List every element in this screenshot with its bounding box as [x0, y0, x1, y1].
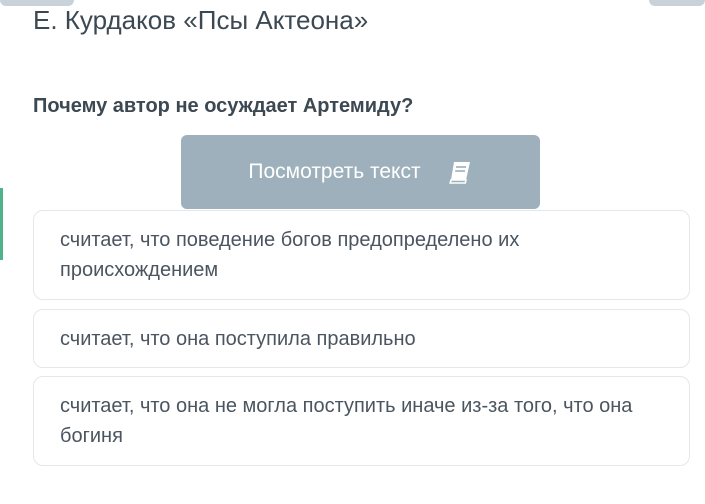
top-right-tab[interactable] — [649, 0, 705, 6]
work-title: Е. Курдаков «Псы Актеона» — [33, 5, 369, 35]
answer-option-1[interactable]: считает, что поведение богов предопредел… — [33, 210, 690, 300]
question-text: Почему автор не осуждает Артемиду? — [33, 95, 414, 117]
answer-option-3[interactable]: считает, что она не могла поступить инач… — [33, 376, 690, 466]
answer-option-text: считает, что поведение богов предопредел… — [60, 229, 520, 281]
view-text-label: Посмотреть текст — [248, 160, 421, 183]
side-accent-bar — [0, 188, 3, 260]
answer-option-text: считает, что она не могла поступить инач… — [60, 395, 633, 447]
answer-option-2[interactable]: считает, что она поступила правильно — [33, 309, 690, 368]
answer-option-text: считает, что она поступила правильно — [60, 327, 416, 350]
view-text-button[interactable]: Посмотреть текст — [181, 135, 540, 209]
book-icon — [447, 160, 473, 184]
